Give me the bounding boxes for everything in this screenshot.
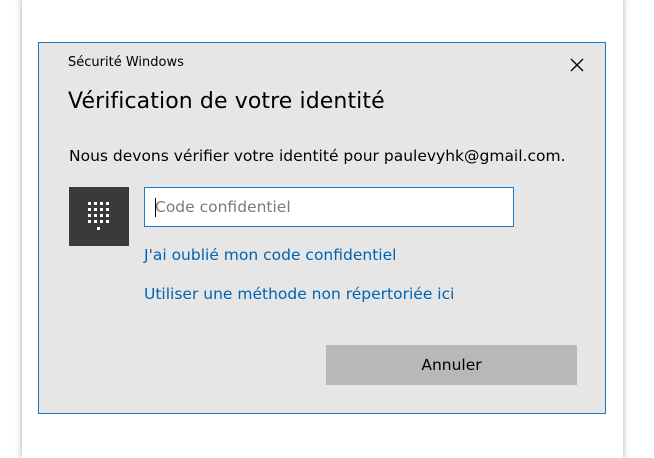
- other-method-link[interactable]: Utiliser une méthode non répertoriée ici: [144, 285, 454, 303]
- cancel-button[interactable]: Annuler: [326, 345, 577, 385]
- verification-message: Nous devons vérifier votre identité pour…: [69, 147, 566, 165]
- pin-input[interactable]: [144, 187, 514, 227]
- text-caret: [155, 198, 156, 217]
- close-icon: [570, 58, 584, 72]
- dialog-app-title: Sécurité Windows: [68, 55, 184, 70]
- pin-tile: [69, 187, 129, 246]
- forgot-pin-link[interactable]: J'ai oublié mon code confidentiel: [144, 246, 396, 264]
- keypad-icon: [88, 202, 109, 230]
- close-button[interactable]: [559, 50, 595, 80]
- windows-security-dialog: Sécurité Windows Vérification de votre i…: [38, 42, 606, 414]
- dialog-heading: Vérification de votre identité: [68, 89, 385, 114]
